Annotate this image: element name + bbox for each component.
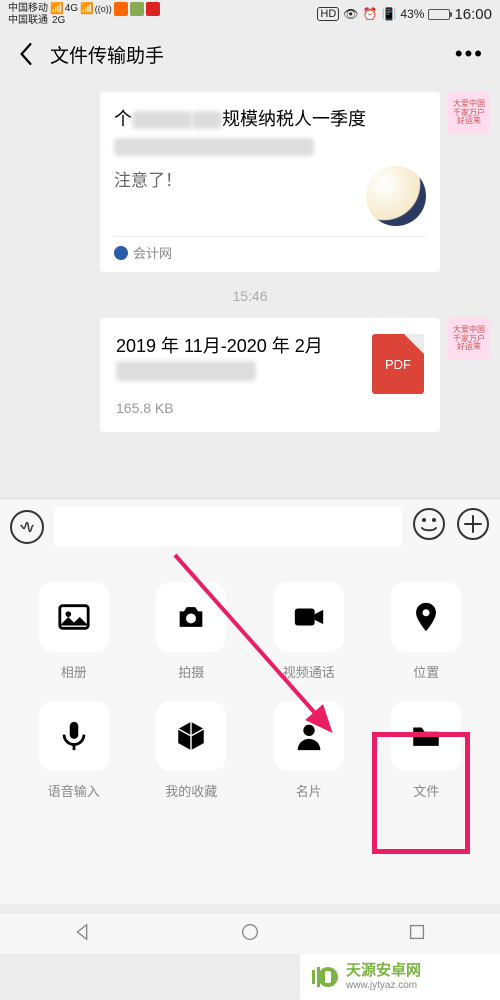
voice-toggle-button[interactable]	[10, 510, 44, 544]
nav-back[interactable]	[72, 921, 94, 948]
clock: 16:00	[454, 6, 492, 23]
attachment-camera[interactable]: 拍摄	[138, 582, 246, 681]
file-bubble[interactable]: 2019 年 11月-2020 年 2月 165.8 KB PDF	[100, 318, 440, 432]
attachment-panel: 相册 拍摄 视频通话 位置 语音输入 我的收藏 名片 文件	[0, 554, 500, 904]
carrier-2: 中国联通	[8, 16, 48, 26]
status-bar: 中国移动 📶 4G 📶 ((o)) 中国联通 2G HD 👁 ⏰ 📳 43% 1…	[0, 0, 500, 28]
vibrate-icon: 📳	[381, 7, 396, 21]
person-icon	[292, 719, 326, 753]
battery-pct: 43%	[400, 7, 424, 21]
file-size: 165.8 KB	[116, 400, 358, 416]
attachment-label: 语音输入	[48, 781, 100, 800]
attachment-label: 名片	[296, 781, 322, 800]
video-icon	[292, 600, 326, 634]
blurred-text	[116, 361, 256, 381]
nav-recent[interactable]	[406, 921, 428, 948]
attachment-label: 位置	[413, 662, 439, 681]
chat-header: 文件传输助手 •••	[0, 28, 500, 80]
square-icon	[406, 921, 428, 943]
attachment-album[interactable]: 相册	[20, 582, 128, 681]
file-name: 2019 年 11月-2020 年 2月	[116, 334, 358, 384]
signal-icon: 📶	[50, 4, 63, 15]
back-button[interactable]	[12, 40, 40, 68]
chevron-left-icon	[19, 43, 33, 65]
signal-icon: 📶	[80, 4, 93, 15]
hotspot-icon: ((o))	[95, 5, 112, 14]
alarm-icon: ⏰	[363, 7, 378, 21]
watermark-logo-icon	[310, 962, 340, 992]
attachment-video-call[interactable]: 视频通话	[255, 582, 363, 681]
app-shortcut-icon	[146, 2, 160, 16]
article-bubble[interactable]: 个规模纳税人一季度 注意了！ 会计网	[100, 92, 440, 272]
app-shortcut-icon	[114, 2, 128, 16]
eye-icon: 👁	[343, 7, 358, 21]
plus-button[interactable]	[456, 507, 490, 546]
timestamp: 15:46	[10, 288, 490, 304]
location-pin-icon	[409, 600, 443, 634]
attachment-contact-card[interactable]: 名片	[255, 701, 363, 800]
sound-wave-icon	[18, 518, 36, 536]
article-source: 会计网	[114, 236, 426, 262]
plus-icon	[456, 507, 490, 541]
input-bar	[0, 498, 500, 554]
blurred-text	[132, 111, 192, 129]
attachment-favorites[interactable]: 我的收藏	[138, 701, 246, 800]
attachment-label: 文件	[413, 781, 439, 800]
avatar[interactable]: 大爱中国 千家万户 好运来	[448, 318, 490, 360]
image-icon	[57, 600, 91, 634]
cube-icon	[174, 719, 208, 753]
status-right: HD 👁 ⏰ 📳 43% 16:00	[317, 6, 492, 23]
attachment-label: 视频通话	[283, 662, 335, 681]
watermark: 天源安卓网 www.jytyaz.com	[300, 954, 500, 1000]
avatar[interactable]: 大爱中国 千家万户 好运来	[448, 92, 490, 134]
message-row: 大爱中国 千家万户 好运来 个规模纳税人一季度 注意了！ 会计网	[10, 92, 490, 272]
smile-icon	[412, 507, 446, 541]
attachment-label: 拍摄	[178, 662, 204, 681]
app-shortcut-icon	[130, 2, 144, 16]
attachment-label: 相册	[61, 662, 87, 681]
source-icon	[114, 246, 128, 260]
chat-scroll[interactable]: 大爱中国 千家万户 好运来 个规模纳税人一季度 注意了！ 会计网 15:46 大…	[0, 80, 500, 498]
nav-home[interactable]	[239, 921, 261, 948]
message-input[interactable]	[54, 507, 402, 547]
article-thumbnail	[366, 166, 426, 226]
article-title: 个规模纳税人一季度	[114, 106, 426, 160]
camera-icon	[174, 600, 208, 634]
blurred-text	[114, 138, 314, 156]
watermark-name: 天源安卓网	[346, 962, 421, 980]
net-1: 4G	[65, 4, 78, 14]
blurred-text	[192, 111, 222, 129]
more-button[interactable]: •••	[455, 41, 488, 67]
triangle-left-icon	[72, 921, 94, 943]
attachment-file[interactable]: 文件	[373, 701, 481, 800]
status-left: 中国移动 📶 4G 📶 ((o)) 中国联通 2G	[8, 2, 160, 26]
system-nav-bar	[0, 914, 500, 954]
carrier-1: 中国移动	[8, 4, 48, 14]
emoji-button[interactable]	[412, 507, 446, 546]
attachment-label: 我的收藏	[165, 781, 217, 800]
battery-icon	[428, 9, 450, 20]
circle-icon	[239, 921, 261, 943]
watermark-url: www.jytyaz.com	[346, 980, 421, 992]
message-row: 大爱中国 千家万户 好运来 2019 年 11月-2020 年 2月 165.8…	[10, 318, 490, 432]
microphone-icon	[57, 719, 91, 753]
hd-badge: HD	[317, 7, 339, 21]
folder-icon	[409, 719, 443, 753]
attachment-voice-input[interactable]: 语音输入	[20, 701, 128, 800]
pdf-icon: PDF	[372, 334, 424, 394]
article-subtitle: 注意了！	[114, 166, 182, 191]
attachment-location[interactable]: 位置	[373, 582, 481, 681]
page-title: 文件传输助手	[50, 41, 164, 68]
net-2: 2G	[52, 16, 65, 26]
